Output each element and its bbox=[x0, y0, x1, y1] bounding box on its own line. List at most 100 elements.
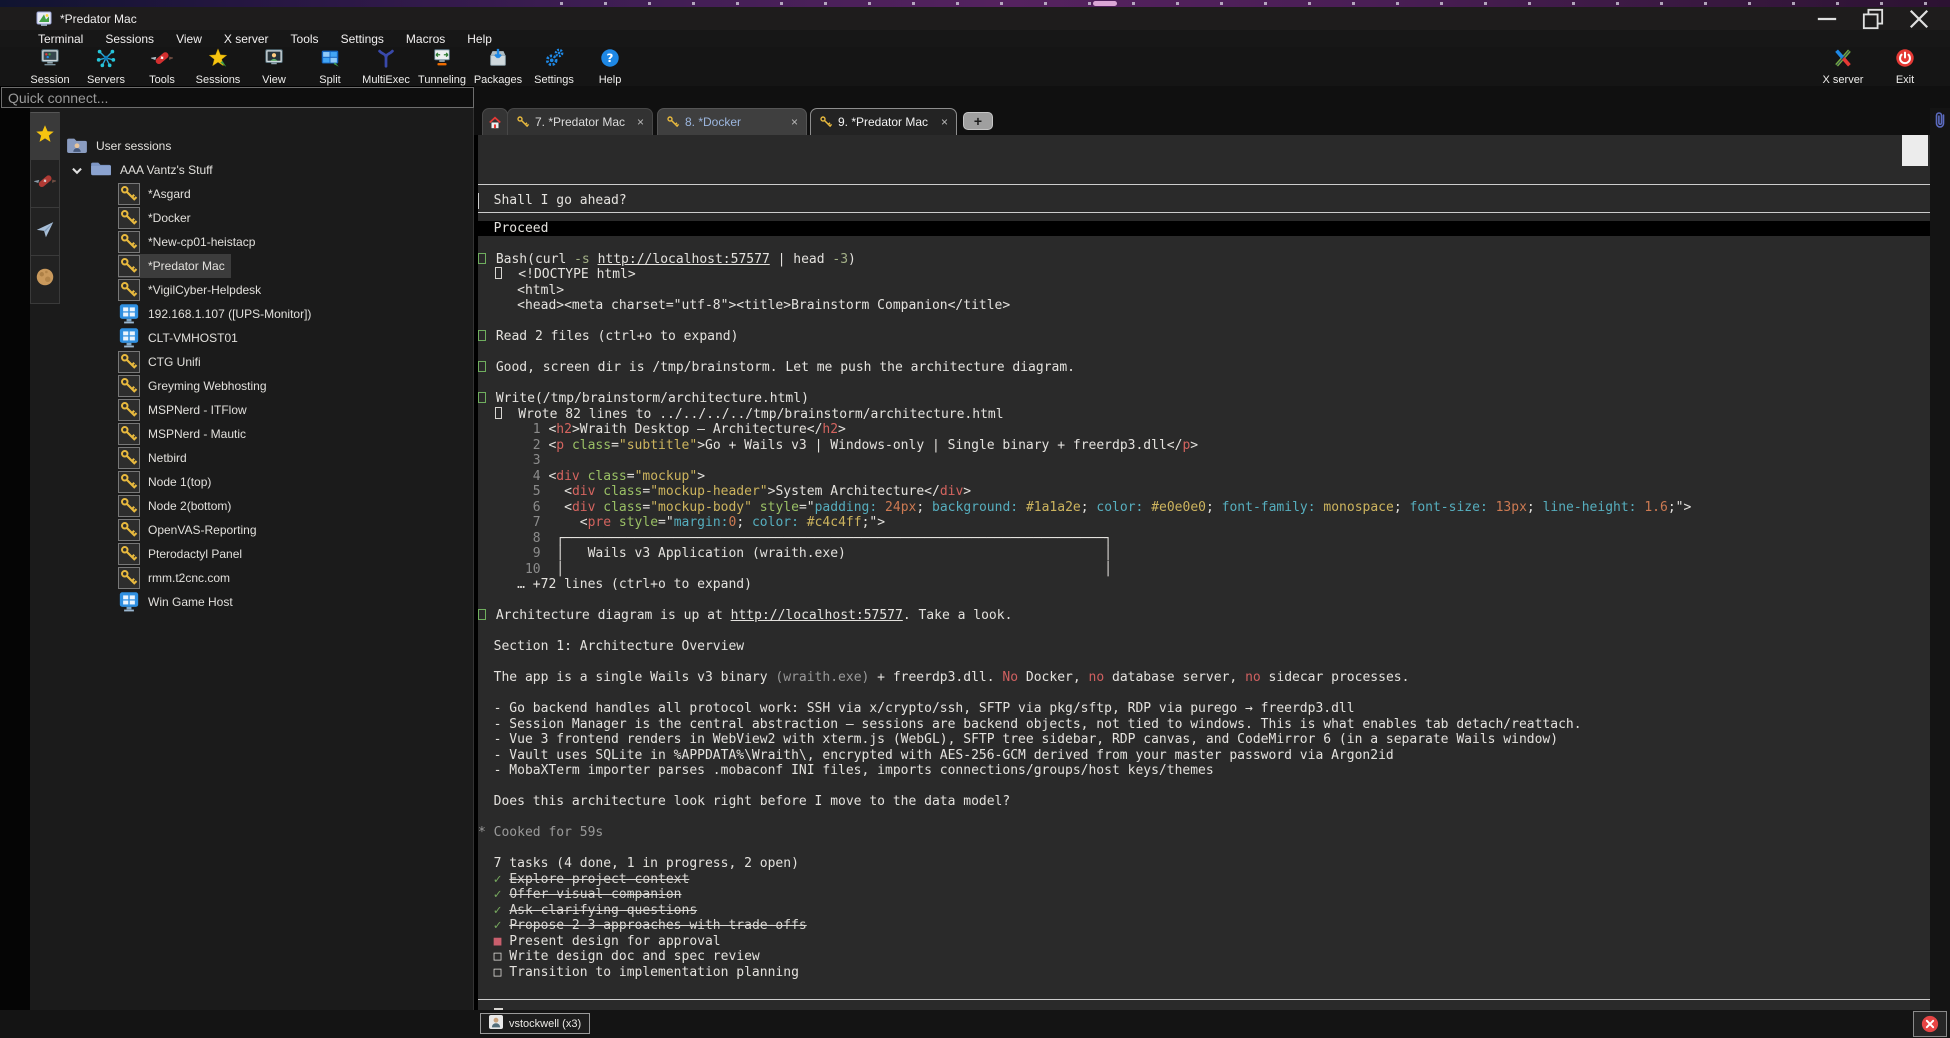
terminate-button[interactable] bbox=[1913, 1011, 1947, 1037]
toolbar-sessions-button[interactable]: Sessions bbox=[190, 47, 246, 86]
glyph-box-icon bbox=[495, 407, 502, 419]
toolbar-multiexec-button[interactable]: MultiExec bbox=[358, 47, 414, 86]
menu-help[interactable]: Help bbox=[467, 32, 492, 46]
tree-item-node-2-bottom-[interactable]: Node 2(bottom) bbox=[60, 494, 472, 518]
tree-item-win-game-host[interactable]: Win Game Host bbox=[60, 590, 472, 614]
tree-item-label: CTG Unifi bbox=[148, 355, 201, 369]
view-icon bbox=[263, 47, 285, 74]
menu-x-server[interactable]: X server bbox=[224, 32, 269, 46]
localhost-link[interactable]: http://localhost:57577 bbox=[598, 252, 770, 267]
tree-item-aaa-vantz-s-stuff[interactable]: AAA Vantz's Stuff bbox=[60, 158, 472, 182]
toolbar-servers-button[interactable]: Servers bbox=[78, 47, 134, 86]
proceed-option[interactable]: Proceed bbox=[478, 221, 1930, 237]
tree-item-ctg-unifi[interactable]: CTG Unifi bbox=[60, 350, 472, 374]
rail-star-button[interactable] bbox=[30, 112, 60, 160]
restore-button[interactable] bbox=[1862, 10, 1884, 28]
key-icon bbox=[118, 519, 140, 541]
tab-close-icon[interactable]: × bbox=[637, 115, 644, 129]
quick-connect-input[interactable] bbox=[1, 87, 474, 108]
toolbar-settings-button[interactable]: Settings bbox=[526, 47, 582, 86]
key-icon bbox=[118, 375, 140, 397]
terminal-line: 7 <pre style="margin:0; color: #c4c4ff;"… bbox=[478, 515, 1930, 531]
menu-settings[interactable]: Settings bbox=[341, 32, 384, 46]
tree-item-netbird[interactable]: Netbird bbox=[60, 446, 472, 470]
menu-sessions[interactable]: Sessions bbox=[105, 32, 154, 46]
rail-knife-button[interactable] bbox=[30, 160, 60, 208]
user-session-chip[interactable]: vstockwell (x3) bbox=[480, 1013, 590, 1034]
rail-globe-button[interactable] bbox=[30, 256, 60, 304]
tree-item--new-cp01-heistacp[interactable]: *New-cp01-heistacp bbox=[60, 230, 472, 254]
key-icon bbox=[666, 115, 680, 129]
session-tree: User sessionsAAA Vantz's Stuff*Asgard *Do… bbox=[60, 134, 472, 614]
terminal-line bbox=[478, 841, 1930, 857]
terminal-line: ✓ Explore project context bbox=[478, 872, 1930, 888]
tab-close-icon[interactable]: × bbox=[941, 115, 948, 129]
tree-item-node-1-top-[interactable]: Node 1(top) bbox=[60, 470, 472, 494]
terminal-line: - Go backend handles all protocol work: … bbox=[478, 701, 1930, 717]
glyph-box-icon bbox=[478, 330, 486, 341]
toolbar-exit-button[interactable]: Exit bbox=[1874, 47, 1936, 86]
rail-plane-button[interactable] bbox=[30, 208, 60, 256]
menu-macros[interactable]: Macros bbox=[406, 32, 445, 46]
terminal-line: <html> bbox=[478, 283, 1930, 299]
session-tab-9-predator-mac[interactable]: 9. *Predator Mac× bbox=[810, 108, 957, 135]
terminal-line: <head><meta charset="utf-8"><title>Brain… bbox=[478, 298, 1930, 314]
terminal-line: □ Write design doc and spec review bbox=[478, 949, 1930, 965]
help-icon: ? bbox=[599, 47, 621, 74]
tree-item-label: *VigilCyber-Helpdesk bbox=[148, 283, 261, 297]
toolbar-tools-button[interactable]: Tools bbox=[134, 47, 190, 86]
terminal-line: Good, screen dir is /tmp/brainstorm. Let… bbox=[478, 360, 1930, 376]
close-button[interactable] bbox=[1908, 10, 1930, 28]
terminal-line: - Vue 3 frontend renders in WebView2 wit… bbox=[478, 732, 1930, 748]
session-tab-8-docker[interactable]: 8. *Docker× bbox=[657, 108, 807, 135]
tree-item--vigilcyber-helpdesk[interactable]: *VigilCyber-Helpdesk bbox=[60, 278, 472, 302]
home-tab[interactable] bbox=[482, 108, 508, 135]
tree-item-rmm-t2cnc-com[interactable]: rmm.t2cnc.com bbox=[60, 566, 472, 590]
toolbar-packages-button[interactable]: Packages bbox=[470, 47, 526, 86]
sidebar-rail bbox=[30, 112, 60, 304]
tree-item-label: *Docker bbox=[148, 211, 191, 225]
toolbar-view-button[interactable]: View bbox=[246, 47, 302, 86]
terminal-line: Shall I go ahead? bbox=[478, 193, 1930, 209]
tree-item--predator-mac[interactable]: *Predator Mac bbox=[60, 254, 472, 278]
terminal-line: ✓ Offer visual companion bbox=[478, 887, 1930, 903]
toolbar-split-button[interactable]: Split bbox=[302, 47, 358, 86]
multiexec-icon bbox=[375, 47, 397, 74]
new-tab-button[interactable]: + bbox=[963, 112, 993, 130]
background-window-highlight bbox=[1093, 1, 1117, 6]
tree-item-greyming-webhosting[interactable]: Greyming Webhosting bbox=[60, 374, 472, 398]
key-icon bbox=[118, 471, 140, 493]
tree-item-pterodactyl-panel[interactable]: Pterodactyl Panel bbox=[60, 542, 472, 566]
key-icon bbox=[118, 351, 140, 373]
tree-item--docker[interactable]: *Docker bbox=[60, 206, 472, 230]
servers-icon bbox=[95, 47, 117, 74]
chevron-down-icon[interactable] bbox=[70, 164, 84, 176]
tree-item-mspnerd-mautic[interactable]: MSPNerd - Mautic bbox=[60, 422, 472, 446]
toolbar-session-button[interactable]: Session bbox=[22, 47, 78, 86]
tree-item-mspnerd-itflow[interactable]: MSPNerd - ITFlow bbox=[60, 398, 472, 422]
packages-icon bbox=[487, 47, 509, 74]
menu-terminal[interactable]: Terminal bbox=[38, 32, 83, 46]
tree-item-label: CLT-VMHOST01 bbox=[148, 331, 238, 345]
tree-item-user-sessions[interactable]: User sessions bbox=[60, 134, 472, 158]
scrollbar-thumb[interactable] bbox=[1902, 135, 1928, 166]
toolbar-x-server-button[interactable]: X server bbox=[1812, 47, 1874, 86]
minimize-button[interactable] bbox=[1816, 10, 1838, 28]
tree-item-clt-vmhost01[interactable]: CLT-VMHOST01 bbox=[60, 326, 472, 350]
session-tab-7-predator-mac[interactable]: 7. *Predator Mac× bbox=[507, 108, 653, 135]
tree-item-192-168-1-107-ups-monitor-[interactable]: 192.168.1.107 ([UPS-Monitor]) bbox=[60, 302, 472, 326]
tree-item--asgard[interactable]: *Asgard bbox=[60, 182, 472, 206]
toolbar-tunneling-button[interactable]: Tunneling bbox=[414, 47, 470, 86]
paperclip-icon[interactable] bbox=[1932, 110, 1948, 132]
tab-close-icon[interactable]: × bbox=[791, 115, 798, 129]
knife-icon bbox=[34, 170, 56, 197]
toolbar-label: MultiExec bbox=[362, 74, 410, 86]
menu-view[interactable]: View bbox=[176, 32, 202, 46]
tree-item-openvas-reporting[interactable]: OpenVAS-Reporting bbox=[60, 518, 472, 542]
menu-tools[interactable]: Tools bbox=[291, 32, 319, 46]
toolbar-help-button[interactable]: ?Help bbox=[582, 47, 638, 86]
terminal-output[interactable]: Shall I go ahead? Proceed Bash(curl -s h… bbox=[478, 135, 1930, 1010]
localhost-link[interactable]: http://localhost:57577 bbox=[731, 608, 903, 623]
monitor-icon bbox=[118, 328, 140, 348]
xserver-icon bbox=[1832, 47, 1854, 74]
